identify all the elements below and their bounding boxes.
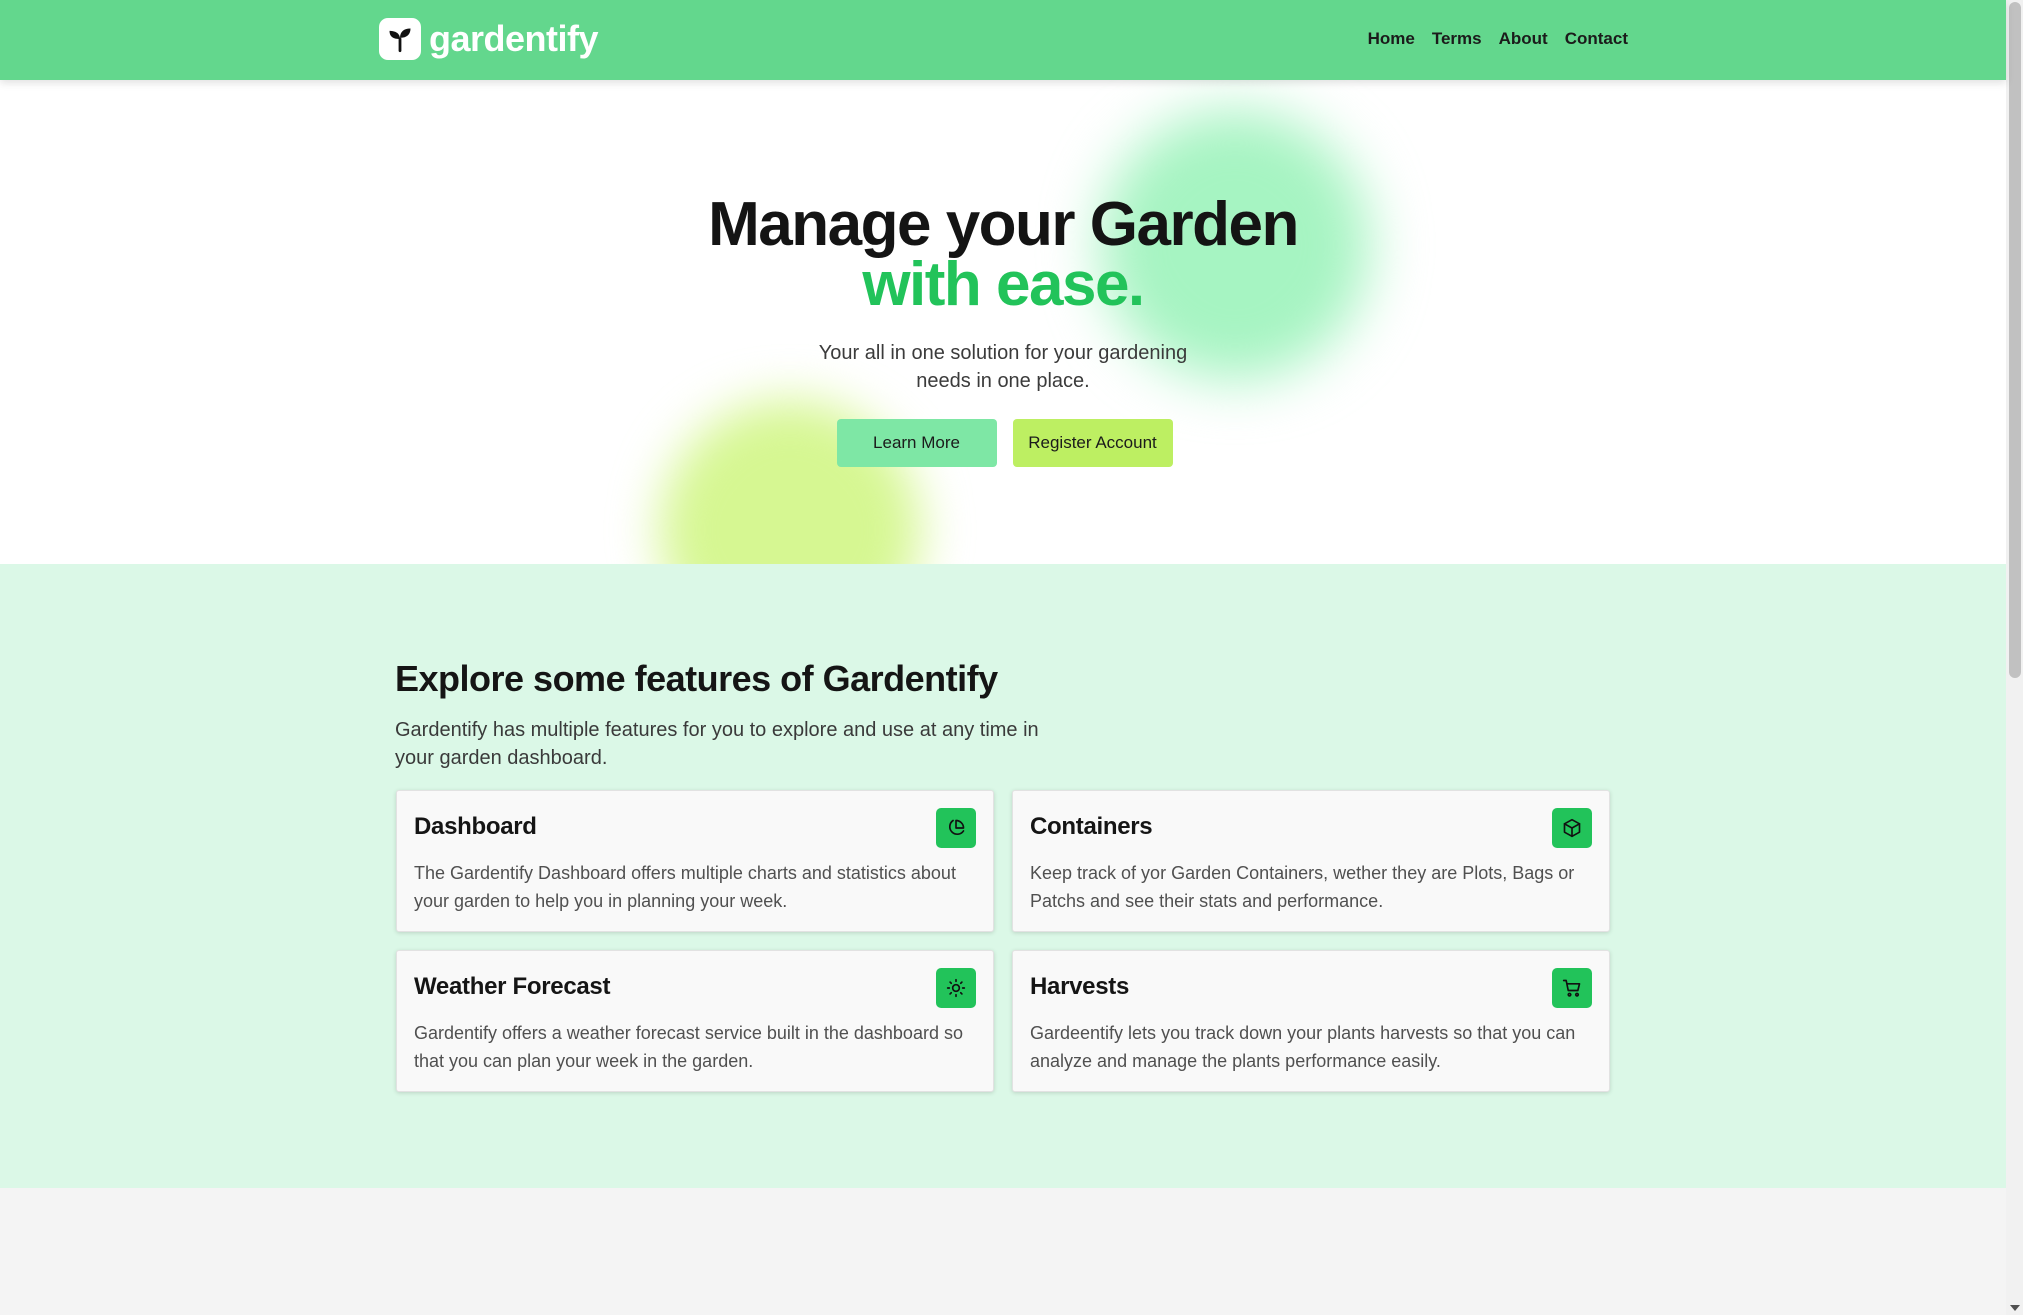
scrollbar-thumb[interactable] xyxy=(2009,2,2021,678)
hero-title: Manage your Garden with ease. xyxy=(0,194,2006,319)
register-account-button[interactable]: Register Account xyxy=(1012,419,1173,467)
hero-title-line1: Manage your Garden xyxy=(708,190,1299,259)
feature-cards: Dashboard The Gardentify Dashboard offer… xyxy=(396,790,1610,1092)
card-title: Harvests xyxy=(1030,973,1130,1000)
card-title: Containers xyxy=(1030,813,1153,840)
features-title: Explore some features of Gardentify xyxy=(395,658,998,699)
card-text: Keep track of yor Garden Containers, wet… xyxy=(1030,863,1575,911)
hero-subtitle: Your all in one solution for your garden… xyxy=(818,342,1188,392)
feature-card-weather: Weather Forecast Gardentify offers a wea… xyxy=(396,950,994,1092)
feature-card-harvests: Harvests Gardeentify lets you track down… xyxy=(1012,950,1610,1092)
navbar: gardentify Home Terms About Contact xyxy=(0,0,2006,80)
cube-icon xyxy=(1552,808,1592,848)
sun-icon xyxy=(936,968,976,1008)
brand-name: gardentify xyxy=(429,18,599,59)
card-text: Gardentify offers a weather forecast ser… xyxy=(414,1023,963,1071)
page-scrollbar[interactable] xyxy=(2006,0,2023,1315)
nav-terms[interactable]: Terms xyxy=(1432,29,1482,49)
pie-chart-icon xyxy=(936,808,976,848)
features-section: Explore some features of Gardentify Gard… xyxy=(0,564,2006,1188)
brand-logo[interactable]: gardentify xyxy=(379,18,599,60)
sprout-icon xyxy=(379,18,421,60)
cart-icon xyxy=(1552,968,1592,1008)
hero-section: Manage your Garden with ease. Your all i… xyxy=(0,80,2006,564)
hero-buttons: Learn More Register Account xyxy=(0,419,2006,467)
learn-more-button[interactable]: Learn More xyxy=(836,419,997,467)
nav-about[interactable]: About xyxy=(1499,29,1548,49)
nav-home[interactable]: Home xyxy=(1368,29,1415,49)
hero-title-accent: with ease. xyxy=(862,250,1145,319)
hero-content: Manage your Garden with ease. Your all i… xyxy=(0,80,2006,467)
nav-contact[interactable]: Contact xyxy=(1565,29,1628,49)
feature-card-dashboard: Dashboard The Gardentify Dashboard offer… xyxy=(396,790,994,932)
nav-links: Home Terms About Contact xyxy=(1368,29,1628,49)
card-title: Weather Forecast xyxy=(414,973,611,1000)
feature-card-containers: Containers Keep track of yor Garden Cont… xyxy=(1012,790,1610,932)
card-title: Dashboard xyxy=(414,813,537,840)
card-text: The Gardentify Dashboard offers multiple… xyxy=(414,863,956,911)
features-subtitle: Gardentify has multiple features for you… xyxy=(395,719,1039,769)
scroll-down-arrow-icon[interactable] xyxy=(2010,1305,2020,1311)
card-text: Gardeentify lets you track down your pla… xyxy=(1030,1023,1576,1071)
footer-area xyxy=(0,1188,2006,1315)
